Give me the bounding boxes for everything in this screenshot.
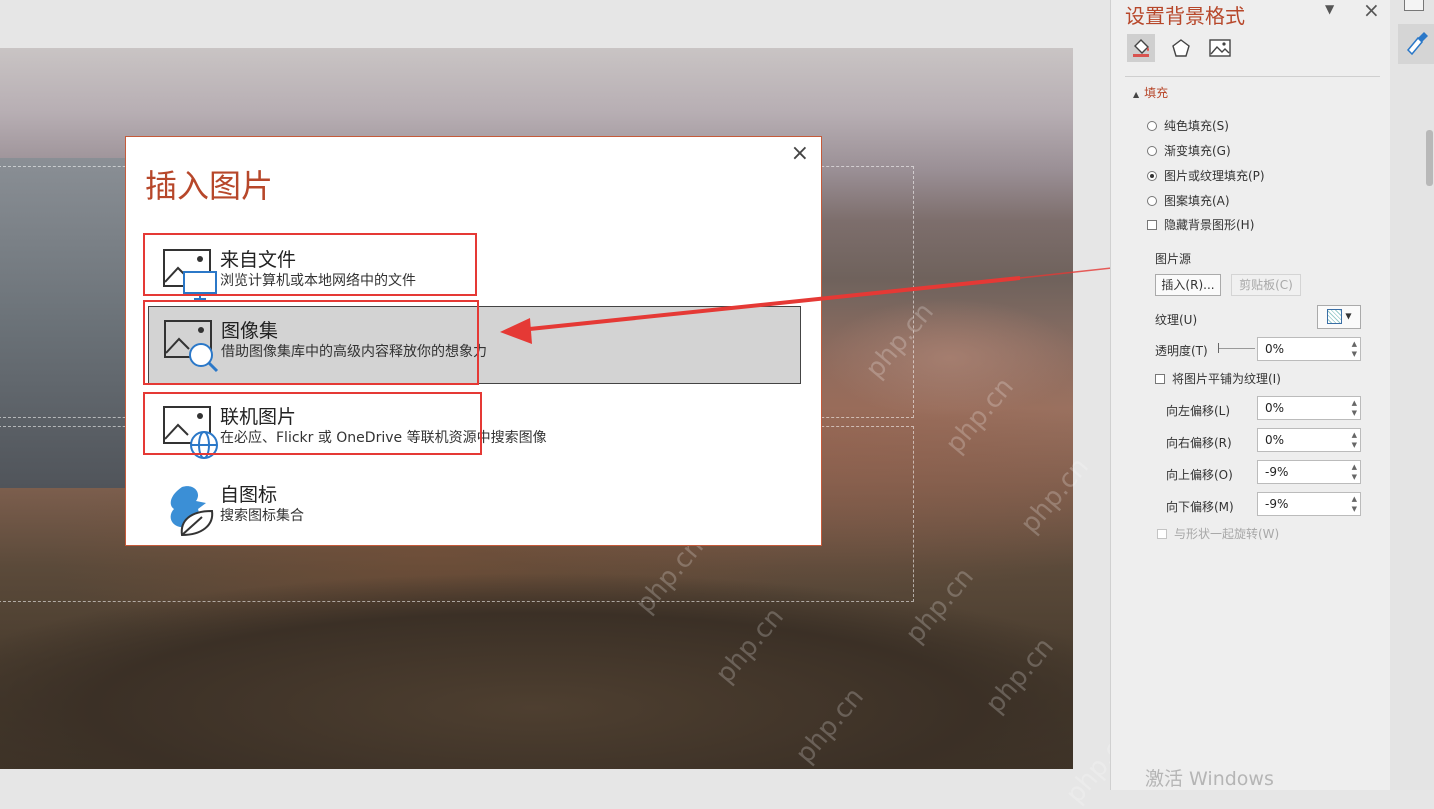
- tab-picture[interactable]: [1206, 34, 1234, 62]
- clipboard-button[interactable]: 剪贴板(C): [1231, 274, 1301, 296]
- tab-fill[interactable]: [1127, 34, 1155, 62]
- fill-bucket-icon: [1133, 39, 1149, 57]
- option-icons[interactable]: 自图标 搜索图标集合: [148, 471, 798, 547]
- dialog-title: 插入图片: [145, 167, 274, 205]
- spinner-arrows-icon[interactable]: ▲ ▼: [1352, 494, 1357, 514]
- bird-leaf-icon: [170, 486, 214, 537]
- collapse-triangle-icon: ▲: [1133, 90, 1140, 99]
- offset-bottom-input[interactable]: -9% ▲ ▼: [1257, 492, 1361, 516]
- radio-label: 图片或纹理填充(P): [1164, 169, 1265, 183]
- offset-right-input[interactable]: 0% ▲ ▼: [1257, 428, 1361, 452]
- spinner-arrows-icon[interactable]: ▲ ▼: [1352, 462, 1357, 482]
- radio-gradient-fill[interactable]: 渐变填充(G): [1147, 142, 1231, 159]
- option-description: 浏览计算机或本地网络中的文件: [220, 273, 416, 289]
- spinner-arrows-icon[interactable]: ▲ ▼: [1352, 430, 1357, 450]
- close-icon[interactable]: ×: [1363, 0, 1380, 22]
- insert-button[interactable]: 插入(R)...: [1155, 274, 1221, 296]
- checkbox-label: 隐藏背景图形(H): [1164, 218, 1255, 232]
- picture-source-label: 图片源: [1155, 252, 1192, 266]
- spin-value: 0%: [1265, 342, 1285, 356]
- chevron-down-icon: ▼: [1345, 311, 1352, 321]
- option-description: 借助图像集库中的高级内容释放你的想象力: [221, 344, 487, 360]
- transparency-input[interactable]: 0% ▲ ▼: [1257, 337, 1361, 361]
- radio-solid-fill[interactable]: 纯色填充(S): [1147, 117, 1229, 134]
- spin-value: 0%: [1265, 401, 1285, 415]
- image-monitor-icon: [163, 249, 217, 300]
- radio-label: 渐变填充(G): [1164, 144, 1231, 158]
- checkbox[interactable]: [1147, 219, 1157, 230]
- checkbox-tile-picture[interactable]: 将图片平铺为纹理(I): [1155, 370, 1281, 387]
- spin-value: 0%: [1265, 433, 1285, 447]
- image-search-icon: [164, 320, 219, 373]
- option-title: 自图标: [220, 484, 278, 506]
- format-background-pane: 设置背景格式 ▼ × ▲ 填充 纯色填充(S) 渐变填充(G) 图片或纹理填充(P…: [1110, 0, 1390, 790]
- texture-swatch-icon: [1326, 309, 1342, 324]
- checkbox[interactable]: [1157, 528, 1167, 539]
- section-label: 填充: [1144, 86, 1169, 100]
- offset-top-input[interactable]: -9% ▲ ▼: [1257, 460, 1361, 484]
- radio-label: 图案填充(A): [1164, 194, 1230, 208]
- pentagon-icon: [1172, 39, 1190, 57]
- checkbox-hide-background[interactable]: 隐藏背景图形(H): [1147, 216, 1254, 233]
- option-image-set[interactable]: 图像集 借助图像集库中的高级内容释放你的想象力: [148, 306, 801, 384]
- radio-picture-fill[interactable]: 图片或纹理填充(P): [1147, 167, 1265, 184]
- spinner-arrows-icon[interactable]: ▲ ▼: [1352, 339, 1357, 359]
- offset-left-label: 向左偏移(L): [1166, 404, 1231, 418]
- checkbox-label: 与形状一起旋转(W): [1174, 527, 1280, 541]
- transparency-slider[interactable]: [1219, 348, 1255, 349]
- scrollbar-thumb[interactable]: [1426, 130, 1433, 186]
- section-fill[interactable]: ▲ 填充: [1133, 84, 1168, 101]
- offset-right-label: 向右偏移(R): [1166, 436, 1232, 450]
- option-title: 来自文件: [220, 249, 297, 271]
- checkbox-rotate-with-shape[interactable]: 与形状一起旋转(W): [1157, 525, 1279, 542]
- option-description: 搜索图标集合: [220, 508, 304, 524]
- radio-button[interactable]: [1147, 195, 1157, 206]
- chevron-down-icon[interactable]: ▼: [1325, 2, 1334, 16]
- offset-bottom-label: 向下偏移(M): [1166, 500, 1234, 514]
- image-globe-icon: [163, 406, 218, 459]
- side-strip: [1390, 0, 1434, 790]
- texture-dropdown[interactable]: ▼: [1317, 305, 1361, 329]
- close-icon[interactable]: ×: [791, 141, 809, 166]
- option-online-pictures[interactable]: 联机图片 在必应、Flickr 或 OneDrive 等联机资源中搜索图像: [148, 393, 798, 469]
- option-from-file[interactable]: 来自文件 浏览计算机或本地网络中的文件: [148, 236, 798, 312]
- offset-top-label: 向上偏移(O): [1166, 468, 1233, 482]
- transparency-label: 透明度(T): [1155, 344, 1208, 358]
- radio-button[interactable]: [1147, 120, 1157, 131]
- offset-left-input[interactable]: 0% ▲ ▼: [1257, 396, 1361, 420]
- insert-picture-dialog: × 插入图片 来自文件 浏览计算机或本地网络中的文件 图像集 借助图像集库中的高…: [125, 136, 822, 546]
- checkbox-label: 将图片平铺为纹理(I): [1172, 372, 1281, 386]
- radio-pattern-fill[interactable]: 图案填充(A): [1147, 192, 1230, 209]
- radio-label: 纯色填充(S): [1164, 119, 1229, 133]
- divider: [1125, 76, 1380, 77]
- spin-value: -9%: [1265, 465, 1289, 479]
- activate-windows-watermark: 激活 Windows: [1145, 768, 1274, 790]
- radio-button[interactable]: [1147, 145, 1157, 156]
- checkbox[interactable]: [1155, 373, 1165, 384]
- picture-icon: [1209, 39, 1231, 57]
- format-brush-tab[interactable]: [1398, 24, 1434, 64]
- toolbar-icon[interactable]: [1404, 0, 1424, 11]
- option-description: 在必应、Flickr 或 OneDrive 等联机资源中搜索图像: [220, 430, 547, 446]
- brush-icon: [1406, 32, 1428, 56]
- option-title: 图像集: [221, 320, 279, 342]
- option-title: 联机图片: [220, 406, 297, 428]
- spin-value: -9%: [1265, 497, 1289, 511]
- tab-effects[interactable]: [1167, 34, 1195, 62]
- spinner-arrows-icon[interactable]: ▲ ▼: [1352, 398, 1357, 418]
- radio-button[interactable]: [1147, 170, 1157, 181]
- pane-title: 设置背景格式: [1125, 4, 1245, 28]
- texture-label: 纹理(U): [1155, 313, 1198, 327]
